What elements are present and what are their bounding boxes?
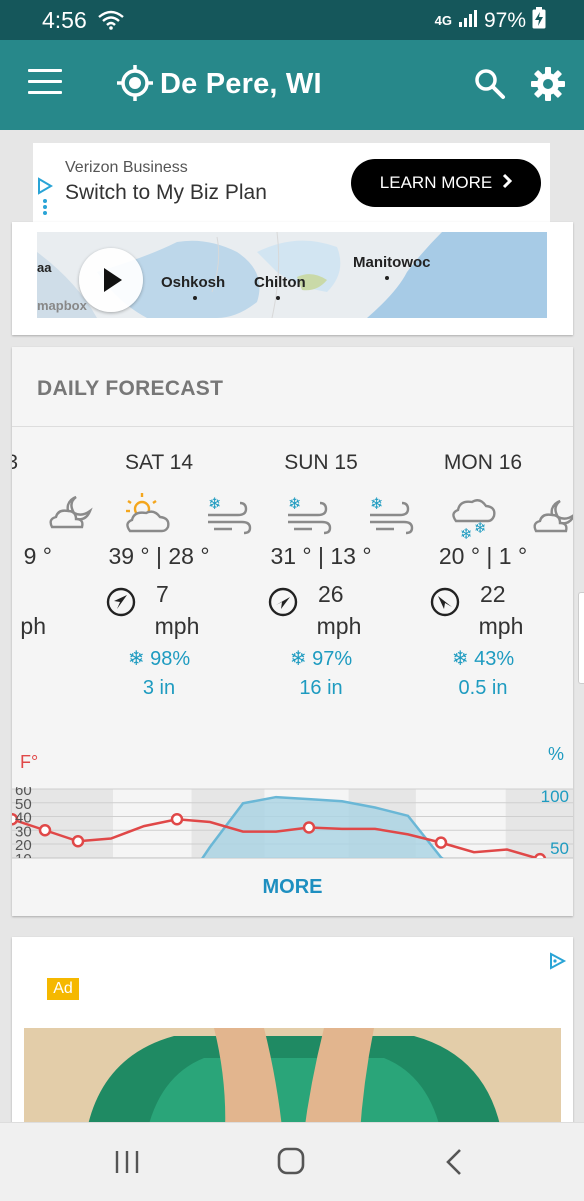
svg-text:❄: ❄ — [208, 495, 221, 513]
day-temps: 39 ° | 28 ° — [108, 543, 210, 569]
map-label-oshkosh: Oshkosh — [161, 274, 226, 291]
system-nav-bar — [0, 1122, 584, 1201]
home-icon[interactable] — [277, 1147, 305, 1180]
wind-speed: 22 — [480, 581, 506, 607]
partly-cloudy-night-icon — [46, 491, 96, 540]
temperature-point — [38, 824, 52, 837]
precip-pct-value: 43% — [474, 648, 515, 670]
precip-probability: ❄ 98% — [127, 648, 191, 670]
wind-unit: mph — [316, 613, 362, 639]
status-time: 4:56 — [42, 7, 87, 33]
day-temps: 20 ° | 1 ° — [438, 543, 528, 569]
app-bar: De Pere, WI — [0, 40, 584, 130]
wind-unit: mph — [154, 613, 200, 639]
precip-probability: ❄ 97% — [289, 648, 353, 670]
play-button[interactable] — [79, 248, 143, 312]
wind-unit: ph — [20, 613, 46, 639]
battery-percent: 97% — [483, 9, 526, 32]
day-name: 3 — [12, 451, 18, 474]
bottom-ad-card[interactable]: Ad — [12, 937, 573, 1137]
partly-cloudy-day-icon — [122, 491, 172, 540]
map-dot — [276, 296, 280, 300]
precip-pct-value: 98% — [150, 648, 191, 670]
gear-icon[interactable] — [530, 66, 566, 107]
more-options-icon[interactable] — [43, 199, 47, 217]
temperature-point — [170, 813, 184, 826]
day-temps: 31 ° | 13 ° — [270, 543, 372, 569]
radar-map[interactable]: aa Oshkosh Chilton Manitowoc mapbox — [37, 232, 547, 318]
map-dot — [385, 276, 389, 280]
day-name: SAT 14 — [124, 451, 194, 474]
learn-more-button[interactable]: LEARN MORE — [351, 159, 541, 207]
temperature-point — [434, 836, 448, 849]
right-axis-tick: 100 — [541, 787, 569, 806]
more-button[interactable]: MORE — [12, 859, 573, 916]
forecast-chart: 6050403020100-10-20100500 — [12, 782, 573, 859]
svg-text:❄: ❄ — [474, 519, 487, 537]
signal-icon — [458, 9, 478, 33]
wind-unit: mph — [478, 613, 524, 639]
map-label-manitowoc: Manitowoc — [353, 254, 431, 271]
day-name: MON 16 — [443, 451, 523, 474]
ad-sponsor: Verizon Business — [65, 159, 188, 176]
edge-panel-handle[interactable] — [578, 592, 584, 684]
svg-text:❄: ❄ — [370, 495, 383, 513]
snow-wind-icon: ❄ — [206, 494, 252, 540]
svg-text:❄: ❄ — [460, 525, 473, 541]
locate-icon[interactable] — [116, 64, 154, 107]
search-icon[interactable] — [474, 68, 506, 105]
forecast-chart-svg: 6050403020100-10-20100500 — [12, 782, 573, 859]
ad-image[interactable] — [24, 1028, 561, 1137]
precip-pct-value: 97% — [312, 648, 353, 670]
snow-cloud-icon: ❄ ❄ — [448, 491, 498, 546]
ad-badge: Ad — [47, 978, 79, 1000]
menu-icon[interactable] — [28, 69, 62, 99]
wind-speed: 7 — [156, 581, 169, 607]
temperature-point — [71, 835, 85, 848]
precip-amount: 0.5 in — [458, 677, 508, 699]
wind-speed: 26 — [318, 581, 344, 607]
precip-probability: ❄ 43% — [451, 648, 515, 670]
snow-wind-icon: ❄ — [286, 494, 332, 540]
temperature-unit: F° — [20, 752, 39, 772]
ad-choice-icon[interactable] — [547, 951, 567, 976]
precip-unit: % — [548, 744, 565, 764]
chevron-right-icon — [502, 173, 513, 194]
partly-cloudy-night-icon — [530, 497, 573, 542]
snow-wind-icon: ❄ — [368, 494, 414, 540]
day-temps: 9 ° — [23, 543, 52, 569]
day-name: SUN 15 — [284, 451, 358, 474]
precip-amount: 3 in — [142, 677, 176, 699]
map-dot — [193, 296, 197, 300]
back-icon[interactable] — [444, 1148, 464, 1181]
learn-more-label: LEARN MORE — [379, 173, 493, 192]
radar-card: aa Oshkosh Chilton Manitowoc mapbox — [12, 222, 573, 335]
status-bar: 4:56 4G 97% — [0, 0, 584, 40]
battery-charging-icon — [532, 7, 546, 35]
location-title[interactable]: De Pere, WI — [160, 68, 322, 101]
map-label-partial: aa — [37, 260, 52, 275]
right-axis-tick: 50 — [550, 839, 569, 858]
precip-amount: 16 in — [299, 677, 343, 699]
forecast-scroller[interactable]: 3 9 ° ph SAT 14 39 ° | 28 ° 7 mph ❄ 98% … — [12, 427, 573, 859]
ad-headline: Switch to My Biz Plan — [65, 181, 267, 204]
svg-text:❄: ❄ — [288, 495, 301, 513]
recent-apps-icon[interactable] — [114, 1149, 140, 1180]
top-ad-banner[interactable]: Verizon Business Switch to My Biz Plan L… — [33, 143, 550, 222]
wifi-icon — [98, 10, 124, 35]
network-type: 4G — [434, 13, 452, 28]
map-label-chilton: Chilton — [254, 274, 306, 291]
daily-forecast-card: DAILY FORECAST 3 9 ° ph SAT 14 39 ° | 28… — [12, 347, 573, 916]
forecast-title: DAILY FORECAST — [37, 377, 224, 400]
temperature-point — [302, 821, 316, 834]
ad-choice-icon[interactable] — [37, 177, 53, 198]
